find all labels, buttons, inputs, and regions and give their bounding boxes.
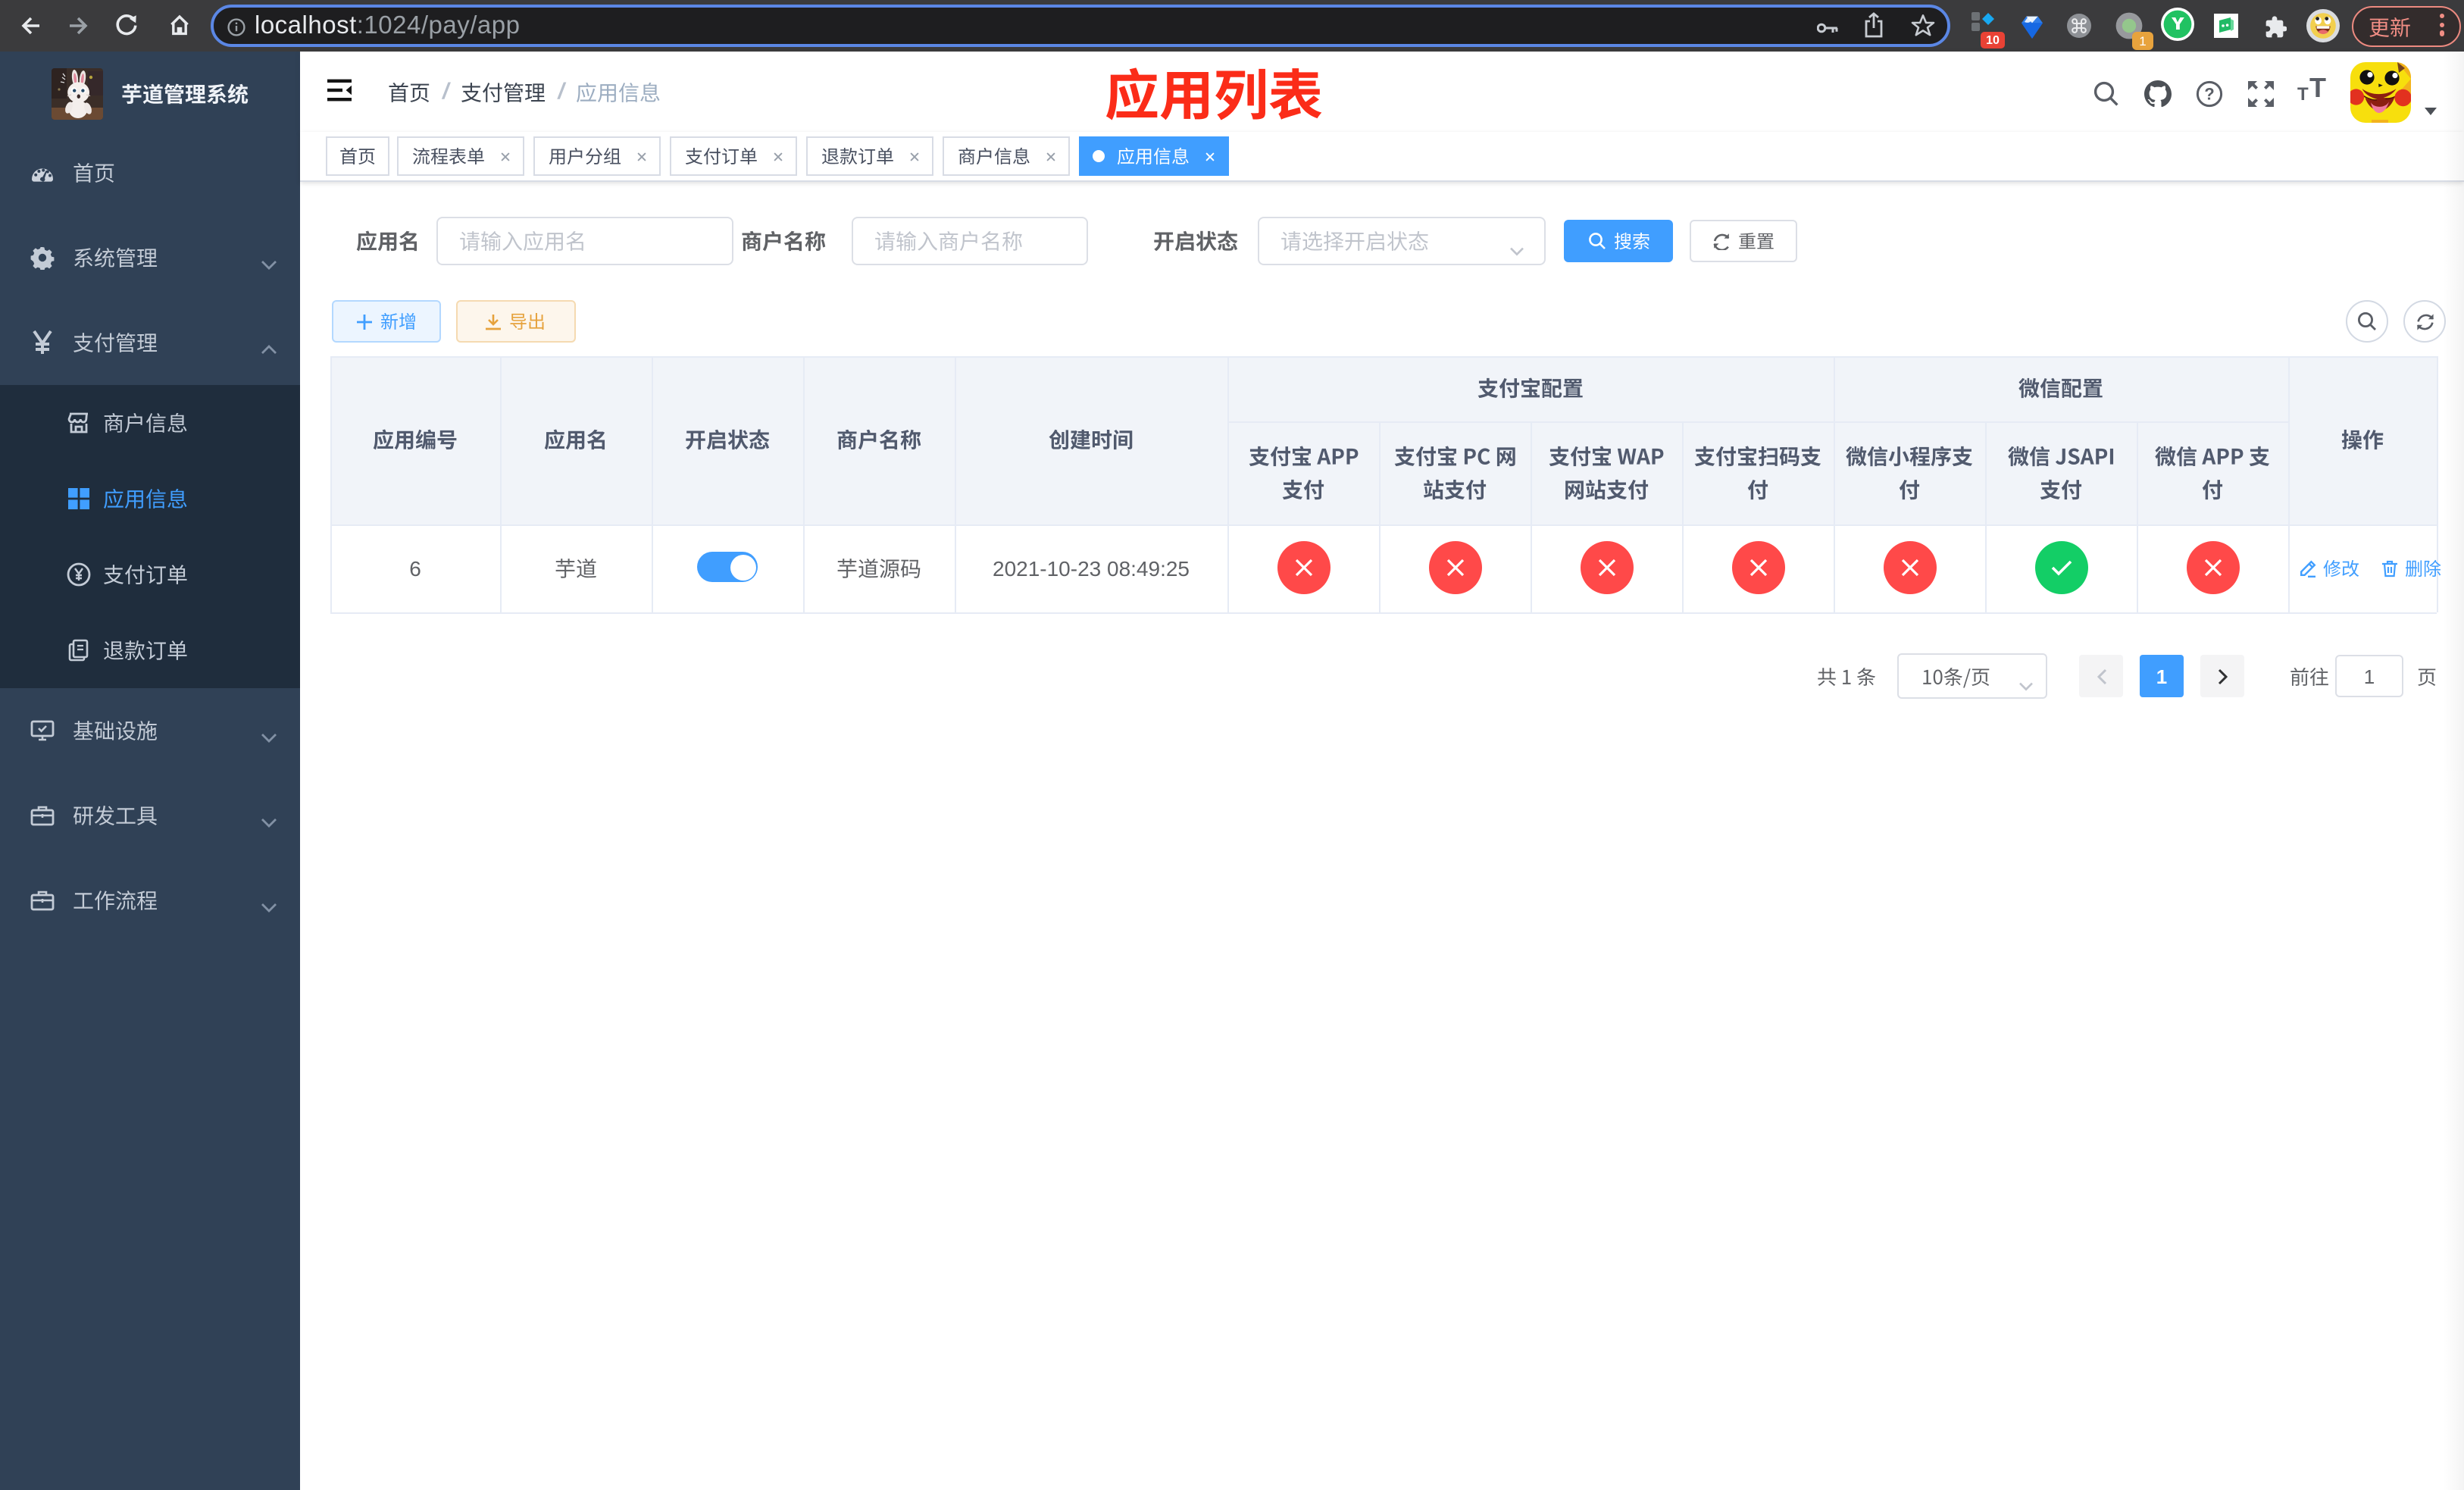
svg-text:?: ? bbox=[2204, 85, 2214, 104]
